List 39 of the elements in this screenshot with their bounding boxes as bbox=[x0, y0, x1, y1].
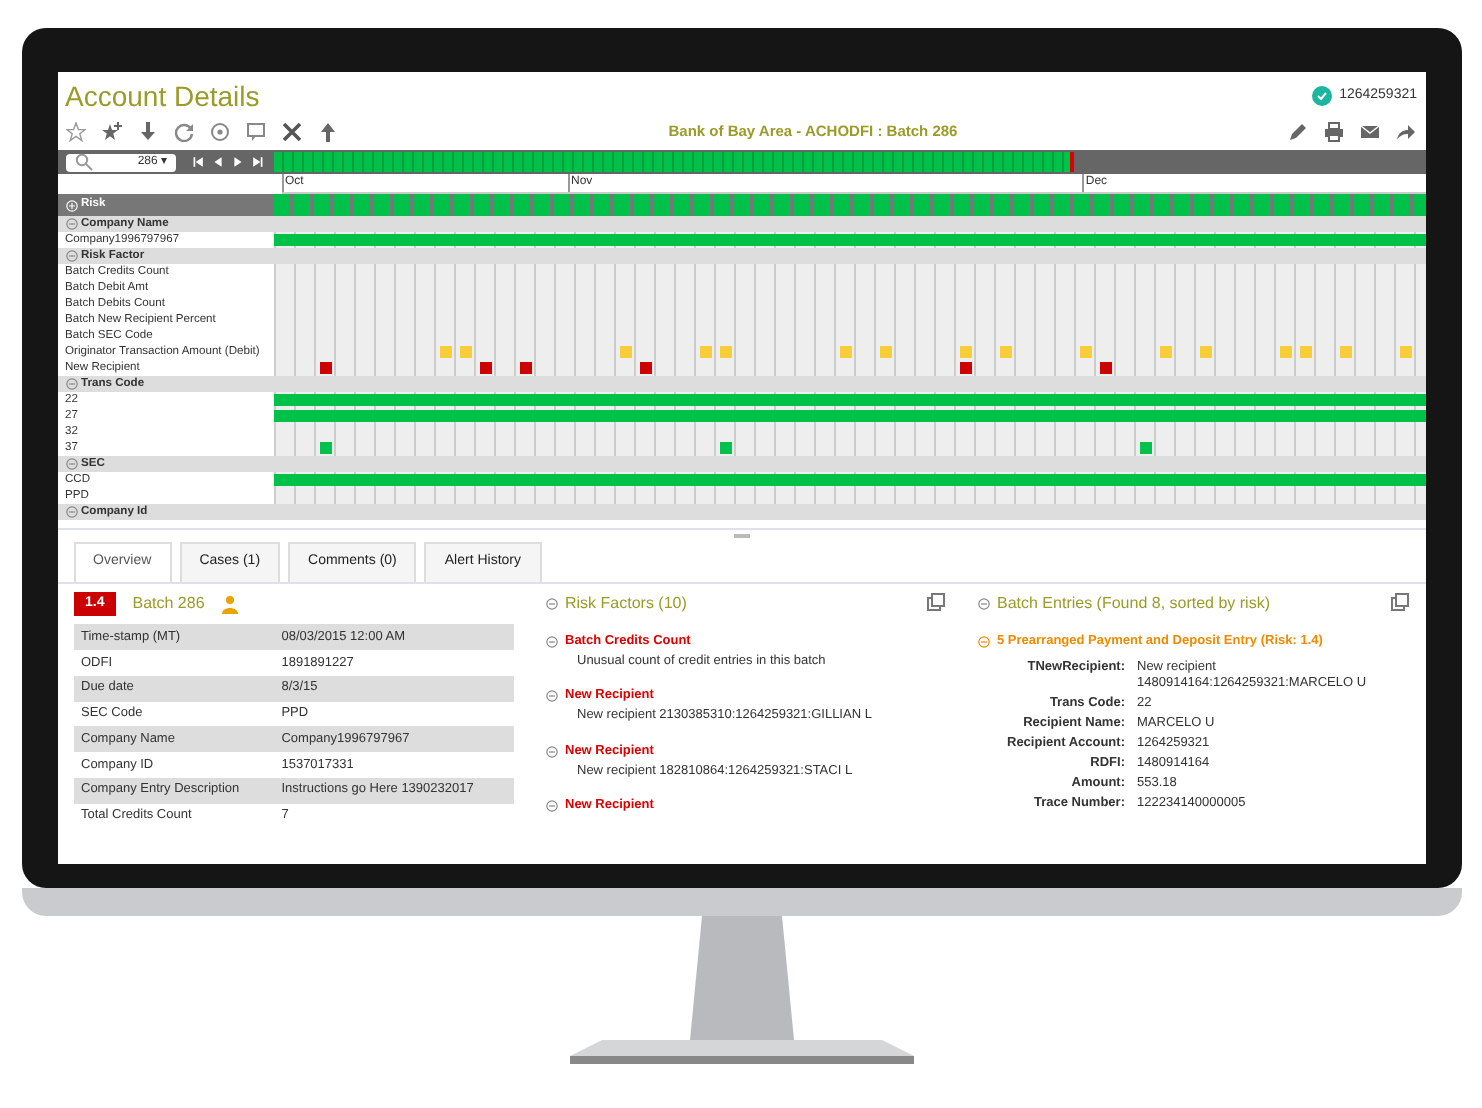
splitter-handle[interactable] bbox=[733, 534, 749, 539]
minus-circle-icon[interactable] bbox=[65, 250, 77, 263]
minus-circle-icon[interactable] bbox=[545, 745, 557, 758]
section-title: Batch Entries (Found 8, sorted by risk) bbox=[997, 591, 1270, 616]
minus-circle-icon[interactable] bbox=[65, 378, 77, 391]
last-icon[interactable] bbox=[251, 156, 263, 169]
comment-icon[interactable] bbox=[245, 121, 265, 142]
minus-circle-icon[interactable] bbox=[977, 597, 989, 610]
star-icon[interactable] bbox=[65, 121, 85, 142]
minus-circle-icon[interactable] bbox=[65, 218, 77, 231]
minus-circle-icon[interactable] bbox=[545, 635, 557, 648]
minus-circle-icon[interactable] bbox=[977, 635, 989, 648]
search-icon bbox=[73, 152, 93, 173]
page-title: Account Details bbox=[65, 80, 260, 112]
upload-icon[interactable] bbox=[317, 121, 337, 142]
minus-circle-icon[interactable] bbox=[545, 690, 557, 703]
envelope-icon[interactable] bbox=[1360, 121, 1381, 142]
plus-circle-icon[interactable] bbox=[65, 199, 77, 212]
minus-circle-icon[interactable] bbox=[545, 800, 557, 813]
popout-icon[interactable] bbox=[925, 591, 945, 612]
share-arrow-icon[interactable] bbox=[1396, 121, 1417, 142]
star-plus-icon[interactable] bbox=[101, 121, 121, 142]
printer-icon[interactable] bbox=[1324, 121, 1345, 142]
refresh-icon[interactable] bbox=[173, 121, 193, 142]
download-icon[interactable] bbox=[137, 121, 157, 142]
section-title: Risk Factors (10) bbox=[565, 591, 687, 616]
batch-title: Batch 286 bbox=[132, 592, 205, 616]
minus-circle-icon[interactable] bbox=[65, 458, 77, 471]
next-icon[interactable] bbox=[231, 156, 243, 169]
pencil-icon[interactable] bbox=[1288, 121, 1309, 142]
popout-icon[interactable] bbox=[1389, 591, 1409, 612]
person-icon bbox=[220, 594, 241, 614]
previous-icon[interactable] bbox=[211, 156, 223, 169]
minus-circle-icon[interactable] bbox=[65, 506, 77, 519]
target-icon[interactable] bbox=[209, 121, 229, 142]
close-icon[interactable] bbox=[281, 121, 301, 142]
minus-circle-icon[interactable] bbox=[545, 597, 557, 610]
user-check-icon bbox=[1311, 86, 1332, 106]
first-icon[interactable] bbox=[191, 156, 203, 169]
